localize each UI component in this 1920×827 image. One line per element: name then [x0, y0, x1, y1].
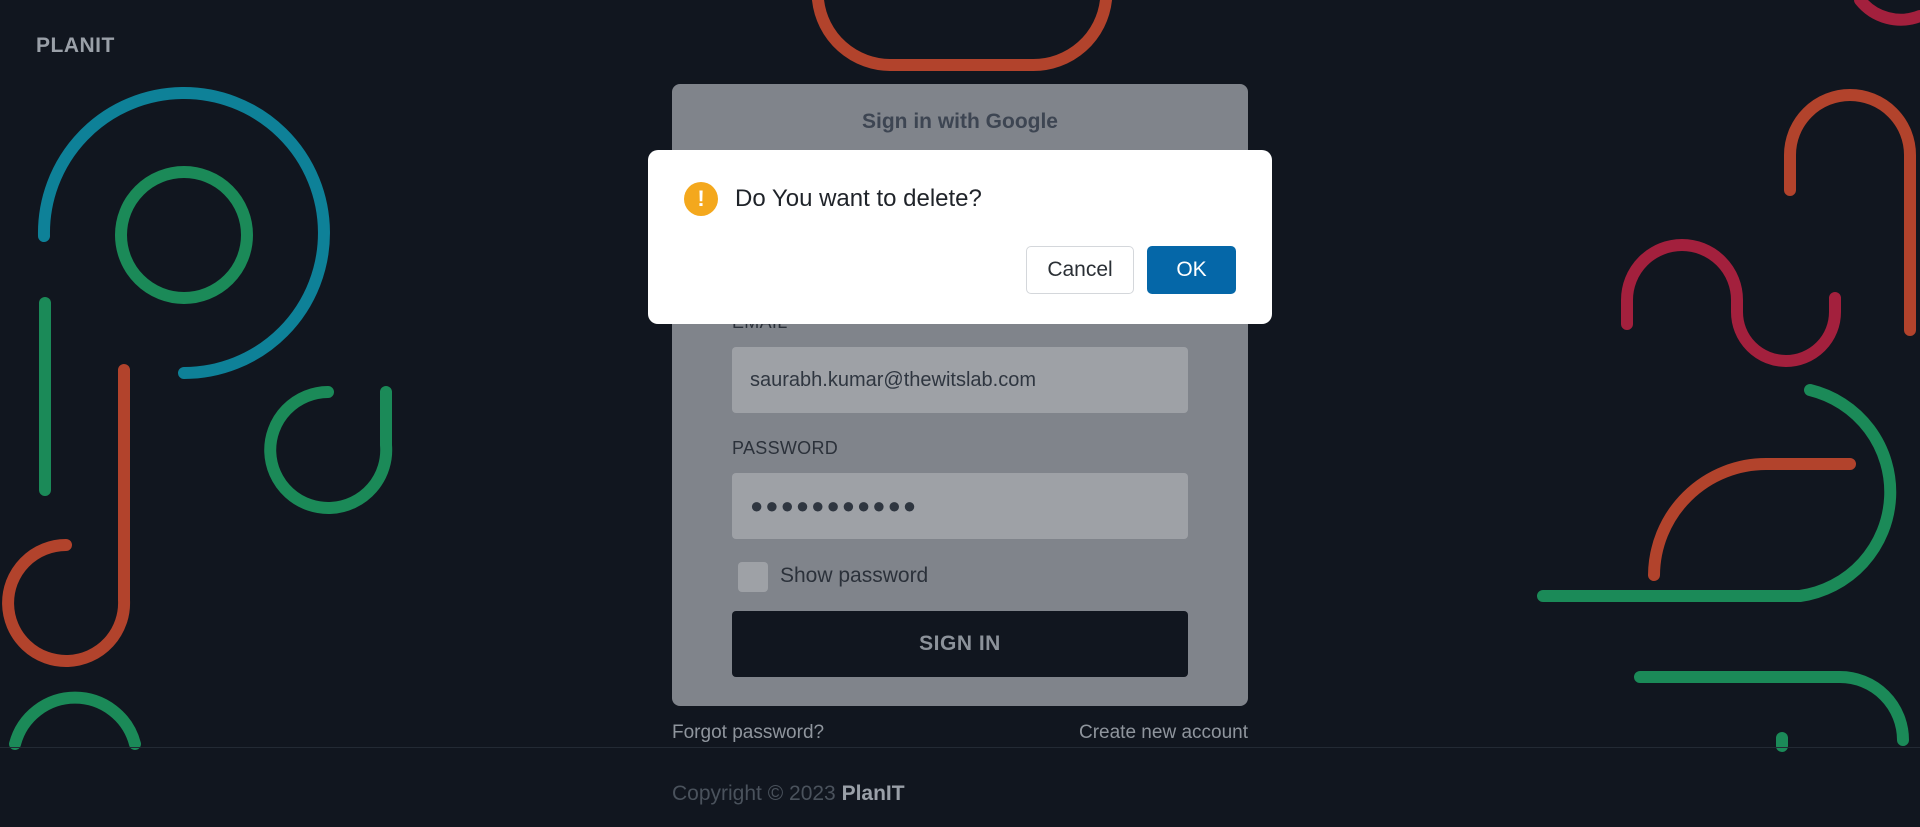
password-label: PASSWORD	[732, 438, 839, 458]
show-password-label[interactable]: Show password	[780, 564, 928, 588]
signin-button[interactable]: SIGN IN	[732, 611, 1188, 677]
password-field[interactable]: ●●●●●●●●●●●	[732, 473, 1188, 539]
create-account-link[interactable]: Create new account	[1079, 722, 1248, 744]
show-password-checkbox[interactable]	[738, 562, 768, 592]
google-signin-button[interactable]: Sign in with Google	[672, 84, 1248, 160]
warning-icon: !	[684, 182, 718, 216]
ok-button[interactable]: OK	[1147, 246, 1236, 294]
footer-divider	[0, 747, 1920, 748]
copyright-text: Copyright © 2023	[672, 782, 836, 805]
footer-copyright: Copyright © 2023 PlanIT	[672, 782, 905, 806]
cancel-button[interactable]: Cancel	[1026, 246, 1134, 294]
forgot-password-link[interactable]: Forgot password?	[672, 722, 824, 744]
dialog-message: Do You want to delete?	[735, 185, 982, 212]
confirm-dialog: ! Do You want to delete? Cancel OK	[648, 150, 1272, 324]
footer-brand: PlanIT	[841, 782, 905, 805]
email-field[interactable]: saurabh.kumar@thewitslab.com	[732, 347, 1188, 413]
brand-logo-text[interactable]: PLANIT	[36, 34, 115, 58]
